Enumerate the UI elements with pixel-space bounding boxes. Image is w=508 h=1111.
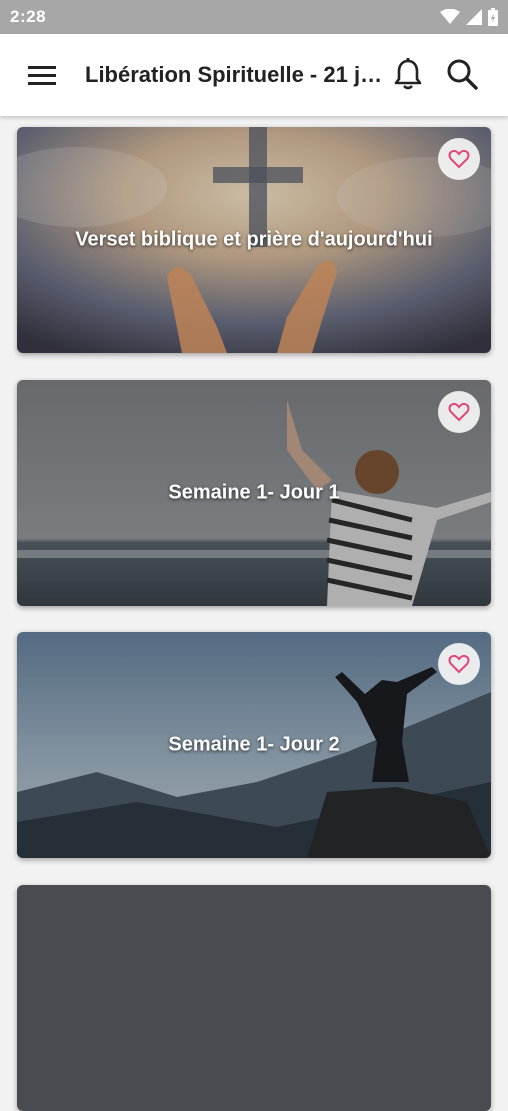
hamburger-menu-icon	[28, 66, 56, 85]
favorite-button[interactable]	[438, 138, 480, 180]
heart-icon	[448, 149, 470, 169]
bell-icon	[394, 58, 422, 90]
card-semaine1-jour1[interactable]: Semaine 1- Jour 1	[17, 380, 491, 606]
heart-icon	[448, 654, 470, 674]
card-verset-priere[interactable]: Verset biblique et prière d'aujourd'hui	[17, 127, 491, 353]
status-bar: 2:28	[0, 0, 508, 34]
status-icons	[440, 8, 498, 26]
page-title: Libération Spirituelle - 21 jours	[85, 62, 383, 87]
card-image	[17, 885, 491, 1111]
card-title: Semaine 1- Jour 2	[168, 733, 340, 756]
cell-signal-icon	[466, 9, 482, 25]
card-next[interactable]	[17, 885, 491, 1111]
search-icon	[447, 59, 478, 90]
wifi-icon	[440, 9, 460, 24]
favorite-button[interactable]	[438, 391, 480, 433]
status-time: 2:28	[10, 7, 47, 26]
search-button[interactable]	[442, 54, 482, 94]
card-semaine1-jour2[interactable]: Semaine 1- Jour 2	[17, 632, 491, 858]
favorite-button[interactable]	[438, 643, 480, 685]
card-title: Verset biblique et prière d'aujourd'hui	[75, 228, 433, 251]
heart-icon	[448, 402, 470, 422]
battery-icon	[488, 8, 498, 26]
app-bar: Libération Spirituelle - 21 jours	[0, 34, 508, 116]
notifications-button[interactable]	[388, 54, 428, 94]
card-title: Semaine 1- Jour 1	[168, 481, 340, 504]
menu-button[interactable]	[22, 55, 62, 95]
